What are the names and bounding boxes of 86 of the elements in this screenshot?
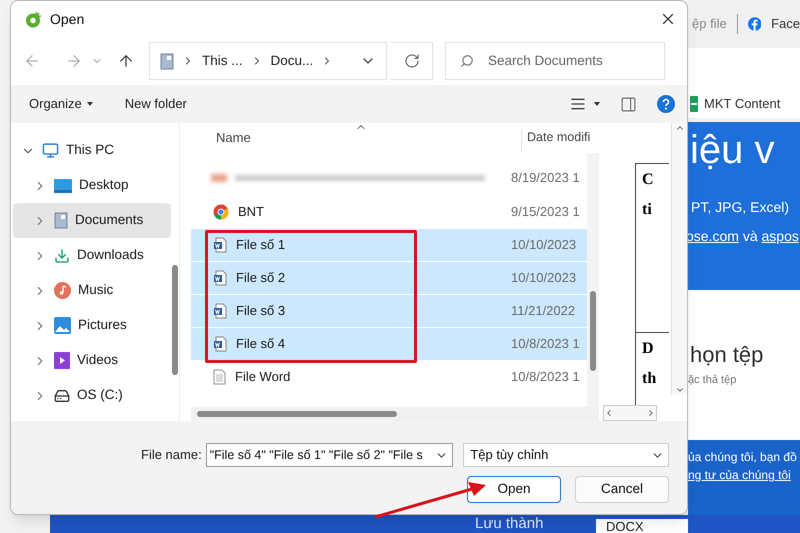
sidebar-item[interactable]: This PC bbox=[13, 133, 171, 168]
file-row[interactable]: File số 2 10/10/2023 bbox=[191, 262, 589, 294]
search-icon bbox=[460, 54, 474, 68]
date-cell-text: 9/15/2023 1 bbox=[511, 203, 580, 222]
sidebar-item[interactable]: Pictures bbox=[13, 308, 171, 343]
preview-text: ti bbox=[642, 200, 653, 220]
date-cell-text: 10/10/2023 bbox=[511, 236, 576, 254]
word-document-icon bbox=[213, 237, 227, 253]
sidebar-item[interactable]: Music bbox=[13, 273, 171, 308]
sidebar-item[interactable]: Desktop bbox=[13, 168, 171, 203]
footer-label: Lưu thành bbox=[475, 516, 544, 531]
open-button[interactable]: Open bbox=[467, 476, 561, 503]
preview-text: C bbox=[642, 170, 655, 190]
sidebar-item[interactable]: Documents bbox=[13, 203, 171, 238]
refresh-icon bbox=[404, 53, 420, 69]
file-row[interactable]: File số 1 10/10/2023 bbox=[191, 229, 589, 261]
date-cell-text: 10/10/2023 bbox=[511, 269, 576, 288]
document-icon bbox=[213, 369, 226, 385]
date-cell-text: 11/21/2022 bbox=[511, 302, 576, 320]
banner-text: ose.com và aspos bbox=[686, 227, 799, 246]
link[interactable]: ng tư của chúng tôi bbox=[688, 466, 791, 484]
file-row[interactable]: BNT 9/15/2023 1 bbox=[191, 196, 589, 228]
link[interactable]: ose.com bbox=[686, 228, 739, 244]
documents-icon bbox=[54, 212, 68, 229]
file-row[interactable]: File số 4 10/8/2023 1 bbox=[191, 328, 589, 360]
new-folder-button[interactable]: New folder bbox=[124, 94, 187, 114]
refresh-button[interactable] bbox=[391, 42, 433, 80]
date-cell-text: 10/8/2023 1 bbox=[511, 335, 580, 354]
drive-icon bbox=[54, 388, 70, 404]
link[interactable]: aspos bbox=[762, 228, 799, 244]
banner-title: iệu v bbox=[690, 130, 774, 170]
file-row[interactable]: File số 3 11/21/2022 bbox=[191, 295, 589, 327]
file-type-select[interactable]: Tệp tùy chỉnh bbox=[463, 443, 669, 467]
file-name-label: File name: bbox=[141, 446, 202, 464]
file-name: File Word bbox=[235, 368, 290, 386]
desktop-icon bbox=[54, 178, 72, 192]
videos-icon bbox=[54, 352, 70, 369]
format-select[interactable]: DOCX bbox=[596, 519, 688, 533]
section-subtitle: ặc thả tệp bbox=[688, 373, 736, 388]
view-icon[interactable] bbox=[570, 96, 586, 112]
notice-text: ủa chúng tôi, bạn đồ bbox=[688, 449, 797, 466]
preview-pane-icon[interactable] bbox=[620, 96, 637, 112]
preview-text: D bbox=[642, 339, 655, 359]
file-name: File số 3 bbox=[236, 302, 286, 320]
column-header[interactable]: Date modifi bbox=[522, 128, 590, 147]
download-icon bbox=[54, 248, 70, 264]
file-row[interactable]: 8/19/2023 1 bbox=[191, 161, 589, 195]
search-field[interactable]: Search Documents bbox=[445, 42, 665, 80]
date-cell-text: 10/8/2023 1 bbox=[511, 368, 580, 386]
tab-title[interactable]: Face bbox=[771, 14, 800, 34]
caret-icon[interactable] bbox=[594, 102, 600, 106]
sidebar-item[interactable]: Videos bbox=[13, 343, 171, 378]
chrome-icon bbox=[213, 204, 229, 220]
word-document-icon bbox=[213, 303, 227, 319]
file-row[interactable]: File Word 10/8/2023 1 bbox=[191, 361, 589, 393]
file-name-field[interactable]: "File số 4" "File số 1" "File số 2" "File s bbox=[206, 443, 454, 467]
sidebar-item[interactable]: Downloads bbox=[13, 238, 171, 273]
section-title: họn tệp bbox=[690, 341, 764, 369]
facebook-icon bbox=[748, 16, 762, 32]
music-icon bbox=[54, 282, 71, 299]
file-name: File số 4 bbox=[236, 335, 286, 354]
documents-icon bbox=[160, 52, 174, 70]
pictures-icon bbox=[54, 317, 71, 334]
cancel-button[interactable]: Cancel bbox=[575, 476, 669, 503]
sidebar-item[interactable]: OS (C:) bbox=[13, 378, 171, 413]
help-icon[interactable] bbox=[657, 95, 675, 113]
breadcrumb[interactable]: This ... bbox=[202, 50, 243, 72]
file-name: File số 2 bbox=[236, 269, 286, 288]
scrollbar-thumb[interactable] bbox=[590, 291, 596, 371]
scrollbar-thumb[interactable] bbox=[172, 265, 178, 375]
scrollbar-thumb[interactable] bbox=[197, 411, 397, 417]
column-header[interactable]: Name bbox=[191, 128, 521, 147]
file-name: BNT bbox=[238, 203, 264, 222]
file-name: File số 1 bbox=[236, 236, 286, 254]
preview-text: th bbox=[642, 369, 658, 389]
window-title: Open bbox=[50, 10, 84, 29]
address-bar[interactable]: This ... Docu... bbox=[149, 42, 387, 80]
organize-button[interactable]: Organize bbox=[29, 94, 93, 114]
caret-icon bbox=[86, 102, 93, 106]
word-document-icon bbox=[213, 270, 227, 286]
date-cell-text: 8/19/2023 1 bbox=[511, 169, 580, 188]
computer-icon bbox=[42, 142, 59, 159]
word-document-icon bbox=[213, 336, 227, 352]
breadcrumb[interactable]: Docu... bbox=[270, 50, 314, 72]
banner-subtitle: PT, JPG, Excel) bbox=[691, 198, 790, 217]
app-logo-icon bbox=[25, 10, 42, 28]
